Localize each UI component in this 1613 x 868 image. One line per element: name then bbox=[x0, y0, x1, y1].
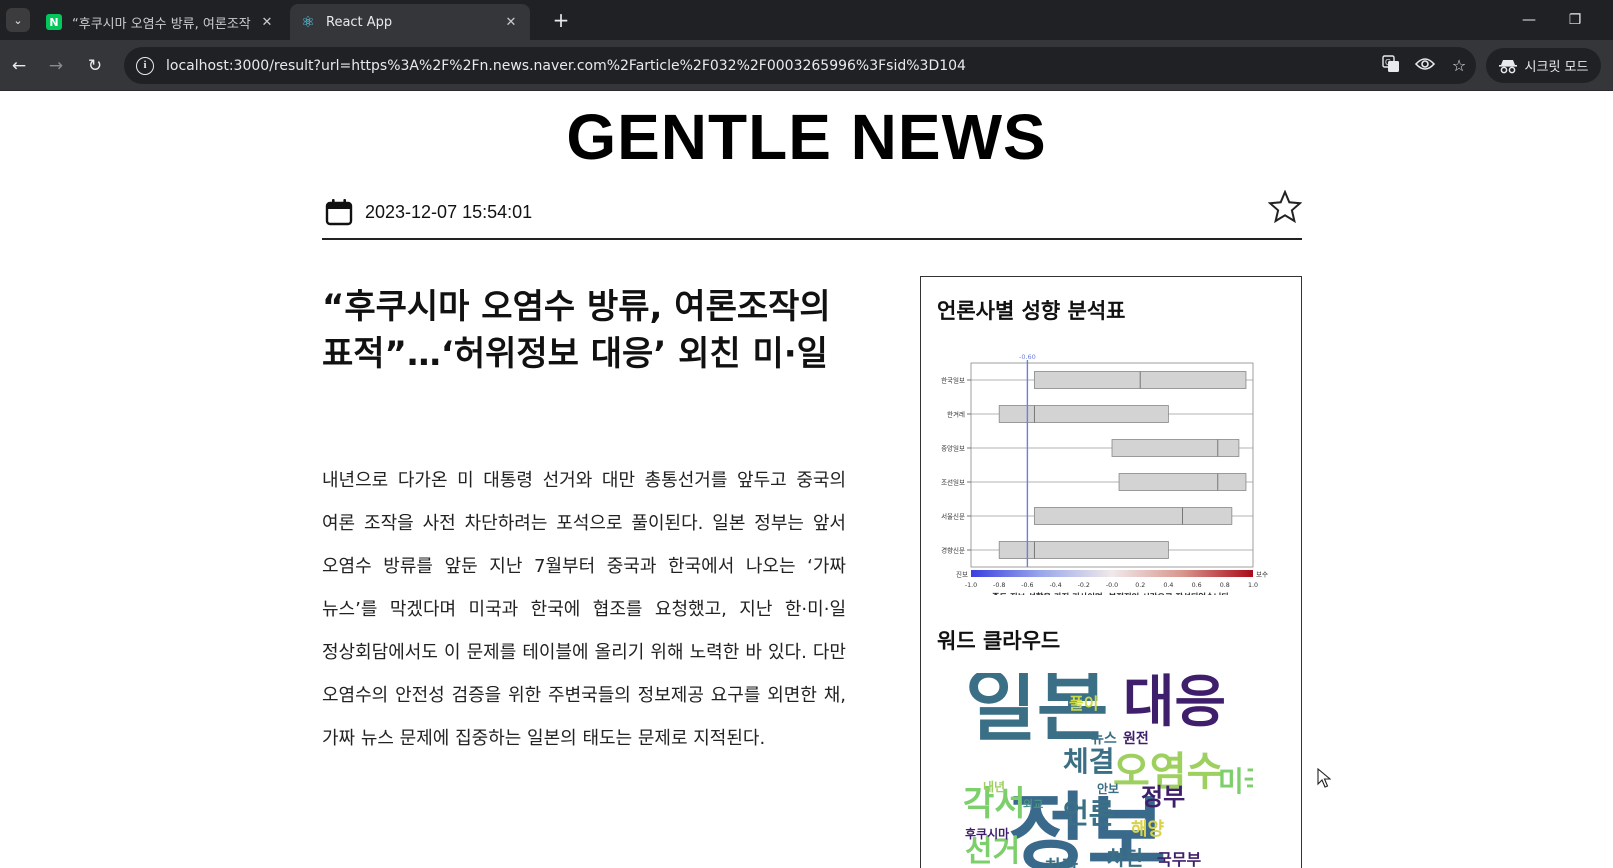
colorbar-left-label: 진보 bbox=[956, 570, 968, 579]
calendar-icon bbox=[325, 199, 353, 226]
analysis-panel: 언론사별 성향 분석표 한국일보 한겨레 중앙일보 조선일보 서울신문 경향신문 -0.60… bbox=[920, 276, 1302, 868]
browser-toolbar: ← → ↻ i localhost:3000/result?url=https%… bbox=[0, 40, 1613, 91]
x-tick-label: -0.6 bbox=[1021, 582, 1033, 589]
y-tick-label: 중앙일보 bbox=[941, 444, 965, 453]
marker-label: -0.60 bbox=[1019, 353, 1036, 361]
incognito-icon bbox=[1498, 59, 1517, 73]
box-6 bbox=[998, 541, 1169, 559]
incognito-button[interactable]: 시크릿 모드 bbox=[1486, 48, 1601, 83]
incognito-label: 시크릿 모드 bbox=[1524, 60, 1589, 75]
forward-arrow-icon[interactable]: → bbox=[42, 52, 70, 80]
tab-search-chevron-icon[interactable]: ⌄ bbox=[6, 8, 30, 32]
bias-chart: 한국일보한겨레중앙일보조선일보서울신문경향신문 -0.60 진보 보수 -1.0 -0.8… bbox=[931, 345, 1276, 602]
tab-title: “후쿠시마 오염수 방류, 여론조작 bbox=[72, 16, 251, 32]
article-meta-row: 2023-12-07 15:54:01 bbox=[322, 190, 1302, 240]
svg-text:G: G bbox=[1385, 58, 1391, 67]
x-tick-label: -0.0 bbox=[1106, 582, 1118, 589]
translate-icon[interactable]: G bbox=[1374, 54, 1408, 77]
new-tab-plus-icon[interactable]: + bbox=[548, 7, 574, 33]
wordcloud-word: 체결 bbox=[1063, 745, 1115, 778]
article-body: 내년으로 다가온 미 대통령 선거와 대만 총통선거를 앞두고 중국의 여론 조… bbox=[322, 470, 846, 749]
x-tick-label: 1.0 bbox=[1248, 582, 1258, 589]
x-tick-label: -1.0 bbox=[965, 582, 977, 589]
wordcloud-word: 미국 bbox=[1218, 765, 1253, 798]
x-tick-label: 0.6 bbox=[1192, 582, 1202, 589]
box-3 bbox=[1111, 439, 1240, 457]
wordcloud-word: 대응 bbox=[1123, 673, 1226, 735]
page: GENTLE NEWS 2023-12-07 15:54:01 “후쿠시마 오염… bbox=[0, 92, 1613, 868]
box-4 bbox=[1118, 473, 1247, 491]
colorbar-right-label: 보수 bbox=[1256, 571, 1268, 579]
wordcloud-word: 차관 bbox=[1045, 857, 1079, 868]
word-cloud: 일본 대응 정보 오염수 체결 정부 각서 선거 뉴스 원전 풀이 해양 차단 국무부 후쿠시마 안보 외교 차관… bbox=[963, 662, 1270, 868]
wordcloud-word: 후쿠시마 bbox=[965, 826, 1009, 841]
site-brand[interactable]: GENTLE NEWS bbox=[0, 100, 1613, 174]
site-info-icon[interactable]: i bbox=[136, 56, 154, 75]
y-tick-label: 서울신문 bbox=[941, 512, 965, 521]
article-date: 2023-12-07 15:54:01 bbox=[365, 202, 533, 222]
tab-naver-article[interactable]: N “후쿠시마 오염수 방류, 여론조작 ✕ bbox=[36, 4, 286, 40]
wordcloud-word: 내년 bbox=[983, 779, 1005, 794]
box-2 bbox=[998, 405, 1169, 423]
eye-icon[interactable] bbox=[1408, 56, 1442, 75]
browser-tabbar: ⌄ N “후쿠시마 오염수 방류, 여론조작 ✕ ⚛ React App ✕ +… bbox=[0, 0, 1613, 40]
wordcloud-word: 뉴스 bbox=[1091, 731, 1117, 747]
wordcloud-word: 풀이 bbox=[1069, 694, 1098, 713]
react-icon: ⚛ bbox=[301, 13, 315, 31]
x-tick-label: -0.8 bbox=[993, 582, 1005, 589]
back-arrow-icon[interactable]: ← bbox=[5, 52, 33, 80]
x-tick-label: 0.2 bbox=[1135, 582, 1145, 589]
favorite-star-icon[interactable] bbox=[1268, 190, 1302, 224]
wordcloud-word: 안보 bbox=[1097, 781, 1119, 796]
colorbar bbox=[971, 570, 1253, 577]
x-tick-label: -0.4 bbox=[1049, 582, 1061, 589]
wordcloud-word: 해양 bbox=[1131, 819, 1165, 840]
bookmark-star-icon[interactable]: ☆ bbox=[1442, 56, 1476, 75]
minimize-icon[interactable]: — bbox=[1506, 6, 1552, 34]
wordcloud-title: 워드 클라우드 bbox=[937, 629, 1061, 653]
y-tick-label: 조선일보 bbox=[941, 478, 965, 487]
mouse-cursor-icon bbox=[1317, 768, 1331, 788]
url-text[interactable]: localhost:3000/result?url=https%3A%2F%2F… bbox=[166, 58, 1374, 74]
box-5 bbox=[1034, 507, 1233, 525]
y-tick-label: 한겨레 bbox=[947, 410, 965, 419]
reload-icon[interactable]: ↻ bbox=[81, 52, 109, 80]
tab-react-app[interactable]: ⚛ React App ✕ bbox=[290, 4, 530, 40]
plot-area bbox=[970, 362, 1254, 568]
x-tick-label: 0.4 bbox=[1163, 582, 1173, 589]
naver-icon: N bbox=[46, 14, 62, 30]
y-tick-label: 경향신문 bbox=[941, 546, 965, 555]
x-tick-label: 0.8 bbox=[1220, 582, 1230, 589]
close-icon[interactable]: ✕ bbox=[258, 15, 276, 30]
wordcloud-word: 원전 bbox=[1123, 730, 1149, 747]
chart-caption: 중도 진보 성향을 가진 기사이며, 부정적인 시각으로 작성되었습니다. bbox=[992, 592, 1232, 595]
wordcloud-word: 국무부 bbox=[1157, 850, 1201, 868]
chart-title: 언론사별 성향 분석표 bbox=[937, 299, 1126, 323]
restore-icon[interactable]: ❐ bbox=[1552, 6, 1598, 34]
x-tick-label: -0.2 bbox=[1078, 582, 1090, 589]
article-headline: “후쿠시마 오염수 방류, 여론조작의 표적”…‘허위정보 대응’ 외친 미·일 bbox=[322, 287, 831, 374]
wordcloud-word: 차단 bbox=[1107, 846, 1144, 868]
wordcloud-word: 정부 bbox=[1141, 783, 1185, 811]
wordcloud-word: 외교 bbox=[1023, 797, 1043, 811]
wordcloud-word: 언론 bbox=[1063, 797, 1115, 830]
address-bar[interactable]: i localhost:3000/result?url=https%3A%2F%… bbox=[124, 47, 1476, 84]
y-tick-label: 한국일보 bbox=[941, 376, 965, 385]
tab-title: React App bbox=[326, 14, 393, 30]
close-icon[interactable]: ✕ bbox=[502, 15, 520, 30]
